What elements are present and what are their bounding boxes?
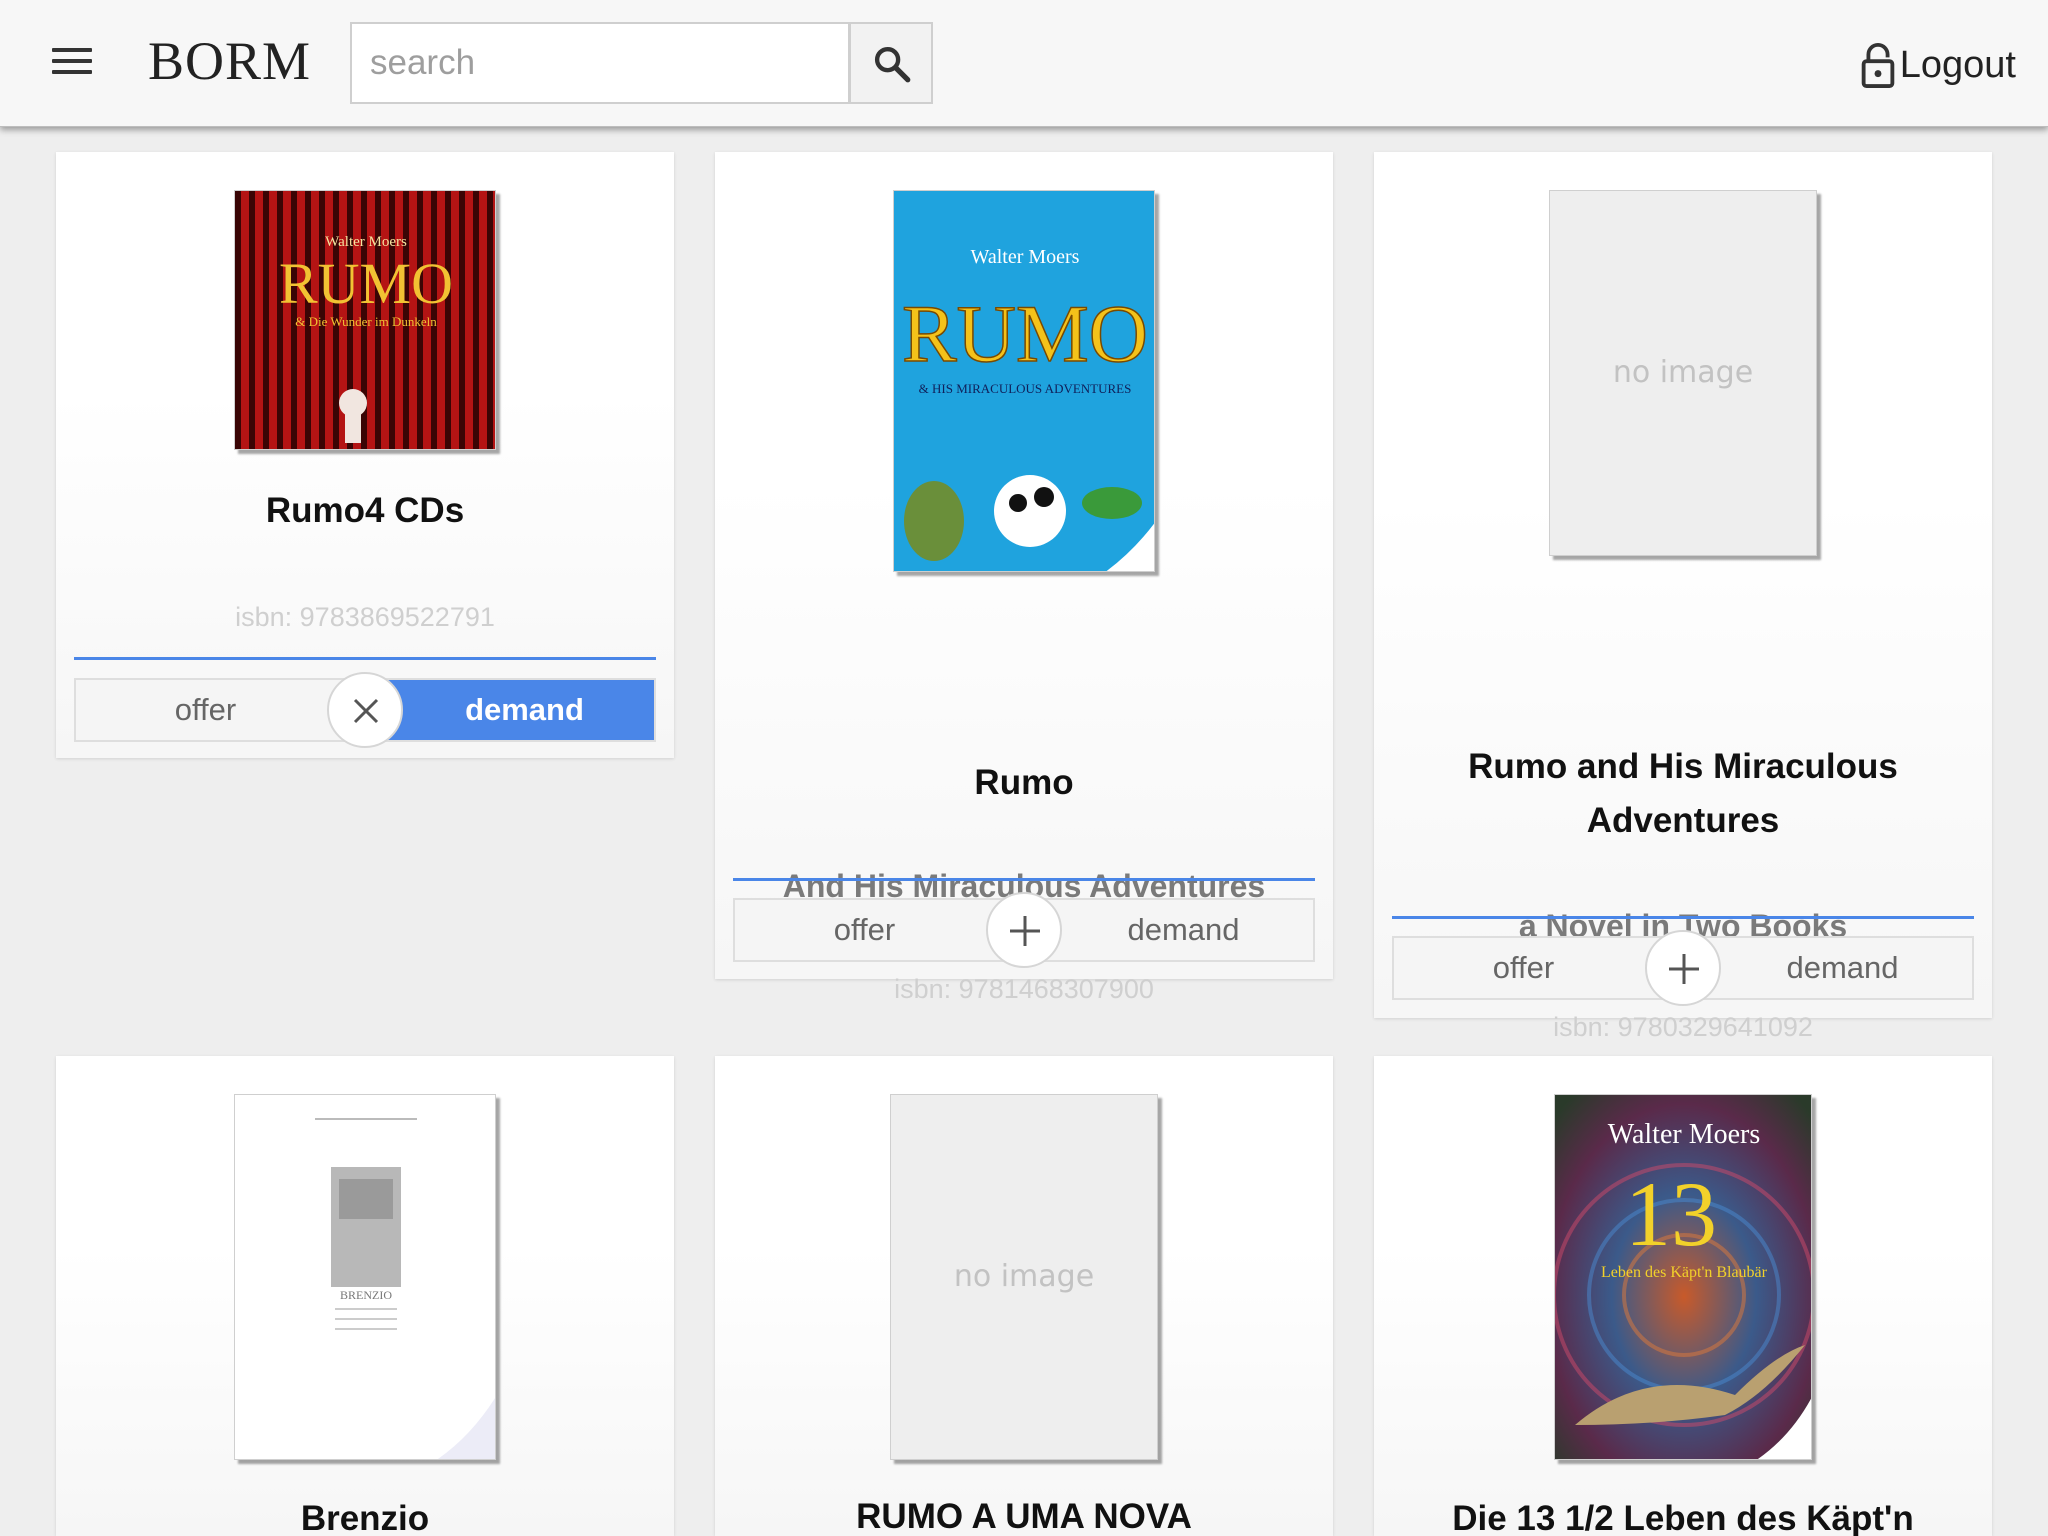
demand-option[interactable]: demand — [1683, 938, 1972, 998]
cover-author: Walter Moers — [971, 246, 1080, 268]
cover-subtitle: & Die Wunder im Dunkeln — [295, 314, 437, 329]
top-bar: BORM Logout — [0, 0, 2048, 127]
book-cover-placeholder[interactable]: no image — [1549, 190, 1817, 556]
cover-author: Walter Moers — [325, 234, 407, 250]
card-divider — [74, 657, 656, 660]
offer-option[interactable]: offer — [76, 680, 365, 740]
demand-option[interactable]: demand — [365, 680, 654, 740]
cover-title: 13 — [1625, 1163, 1717, 1265]
close-icon — [353, 698, 379, 724]
book-card[interactable]: Walter Moers RUMO & HIS MIRACULOUS ADVEN… — [715, 152, 1333, 1004]
book-card[interactable]: no image Rumo and His Miraculous Adventu… — [1374, 152, 1992, 1042]
lock-icon — [1861, 42, 1895, 88]
book-isbn: isbn: 9783869522791 — [235, 602, 495, 632]
book-title[interactable]: Rumo and His Miraculous Adventures — [1414, 740, 1952, 848]
cover-title: BRENZIO — [340, 1288, 392, 1302]
book-cover-placeholder[interactable]: no image — [890, 1094, 1158, 1460]
plus-icon — [1669, 954, 1699, 984]
toggle-knob[interactable] — [327, 672, 403, 748]
search-input[interactable] — [350, 22, 850, 104]
book-card[interactable]: no image RUMO A UMA NOVA — [715, 1056, 1333, 1536]
search-icon — [874, 46, 911, 83]
offer-demand-toggle[interactable]: offer demand — [733, 892, 1315, 968]
cover-subtitle: & HIS MIRACULOUS ADVENTURES — [919, 381, 1132, 396]
toggle-knob[interactable] — [1645, 930, 1721, 1006]
book-isbn: isbn: 9781468307900 — [894, 974, 1154, 1004]
card-divider — [1392, 916, 1974, 919]
cover-title: RUMO — [902, 288, 1148, 379]
no-image-label: no image — [953, 1259, 1095, 1294]
offer-option[interactable]: offer — [1394, 938, 1683, 998]
cover-title: RUMO — [279, 251, 453, 316]
card-divider — [733, 878, 1315, 881]
offer-demand-toggle[interactable]: offer demand — [1392, 930, 1974, 1006]
book-title[interactable]: Rumo4 CDs — [96, 484, 634, 538]
book-card[interactable]: BRENZIO Brenzio — [56, 1056, 674, 1536]
book-card[interactable]: Walter Moers RUMO & Die Wunder im Dunkel… — [56, 152, 674, 758]
book-isbn: isbn: 9780329641092 — [1553, 1012, 1813, 1042]
book-title[interactable]: Rumo — [755, 756, 1293, 810]
brand-logo[interactable]: BORM — [148, 30, 311, 92]
book-title[interactable]: Brenzio — [96, 1492, 634, 1536]
book-title[interactable]: Die 13 1/2 Leben des Käpt'n — [1414, 1492, 1952, 1536]
book-cover[interactable]: Walter Moers 13 Leben des Käpt'n Blaubär — [1554, 1094, 1812, 1460]
offer-demand-toggle[interactable]: offer demand — [74, 672, 656, 748]
book-cover[interactable]: Walter Moers RUMO & HIS MIRACULOUS ADVEN… — [893, 190, 1155, 572]
search-button[interactable] — [849, 22, 933, 104]
book-title[interactable]: RUMO A UMA NOVA — [755, 1490, 1293, 1536]
logout-label: Logout — [1899, 43, 2016, 86]
offer-option[interactable]: offer — [735, 900, 1024, 960]
no-image-label: no image — [1612, 355, 1754, 390]
plus-icon — [1010, 916, 1040, 946]
book-card[interactable]: Walter Moers 13 Leben des Käpt'n Blaubär… — [1374, 1056, 1992, 1536]
toggle-knob[interactable] — [986, 892, 1062, 968]
book-cover[interactable]: Walter Moers RUMO & Die Wunder im Dunkel… — [234, 190, 496, 450]
demand-option[interactable]: demand — [1024, 900, 1313, 960]
book-cover[interactable]: BRENZIO — [234, 1094, 496, 1460]
logout-button[interactable]: Logout — [1860, 38, 2016, 92]
cover-subtitle: Leben des Käpt'n Blaubär — [1601, 1264, 1768, 1281]
menu-icon[interactable] — [52, 48, 92, 78]
cover-author: Walter Moers — [1608, 1119, 1760, 1150]
